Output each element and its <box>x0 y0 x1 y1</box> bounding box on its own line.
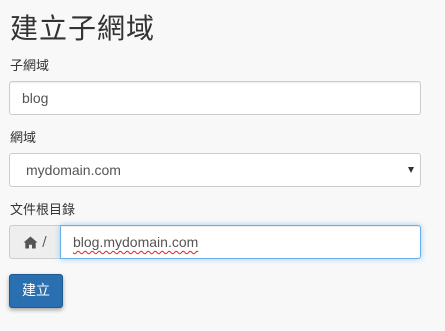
subdomain-input-value: blog <box>22 90 49 106</box>
document-root-label: 文件根目錄 <box>10 203 76 218</box>
create-button[interactable]: 建立 <box>9 274 63 308</box>
chevron-down-icon <box>408 167 414 173</box>
path-separator: / <box>42 234 47 250</box>
domain-select[interactable]: mydomain.com <box>9 153 421 187</box>
subdomain-input[interactable]: blog <box>9 81 421 115</box>
page-title: 建立子網域 <box>10 12 156 45</box>
home-icon <box>23 236 38 248</box>
subdomain-label: 子網域 <box>10 59 50 74</box>
document-root-input[interactable]: blog.mydomain.com <box>60 225 421 259</box>
document-root-prefix: / <box>9 225 60 259</box>
domain-select-value: mydomain.com <box>26 162 121 178</box>
domain-label: 網域 <box>10 131 37 146</box>
create-subdomain-form: 建立子網域 子網域 blog 網域 mydomain.com 文件根目錄 / b… <box>0 0 445 331</box>
document-root-input-value: blog.mydomain.com <box>73 234 199 250</box>
